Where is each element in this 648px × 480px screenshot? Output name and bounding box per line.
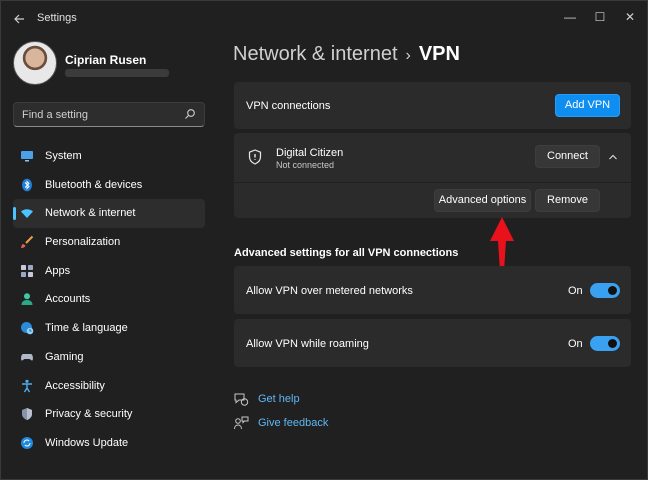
breadcrumb: Network & internet › VPN [233,43,460,66]
title-bar: Settings — ☐ ✕ [1,1,647,35]
metered-networks-toggle[interactable] [590,283,620,298]
sidebar-nav: System Bluetooth & devices Network & int… [13,142,205,458]
sidebar-item-gaming[interactable]: Gaming [13,343,205,372]
add-vpn-button[interactable]: Add VPN [555,94,620,117]
settings-window: Settings — ☐ ✕ Ciprian Rusen System [0,0,648,480]
chevron-up-icon[interactable] [607,151,619,163]
person-icon [21,293,33,306]
sidebar-item-accounts[interactable]: Accounts [13,285,205,314]
sidebar-item-personalization[interactable]: Personalization [13,228,205,257]
give-feedback-link[interactable]: Give feedback [233,414,383,432]
maximize-button[interactable]: ☐ [585,5,615,29]
get-help-label[interactable]: Get help [258,393,300,405]
metered-toggle-state: On [568,285,583,297]
sidebar-item-label: System [45,150,82,162]
monitor-icon [21,151,33,162]
brush-icon [21,235,34,249]
search-icon[interactable] [184,108,196,120]
roaming-card: Allow VPN while roaming On [234,319,631,367]
profile-email-redacted [65,69,169,77]
sidebar-item-accessibility[interactable]: Accessibility [13,372,205,401]
toggle-knob [608,286,617,295]
sidebar-item-label: Personalization [45,236,121,249]
avatar[interactable] [13,41,57,85]
search-box[interactable] [13,102,205,127]
breadcrumb-parent[interactable]: Network & internet [233,43,398,65]
sidebar-item-privacy[interactable]: Privacy & security [13,400,205,429]
advanced-settings-title: Advanced settings for all VPN connection… [234,247,459,259]
gamepad-icon [21,353,33,361]
shield-icon [22,408,32,421]
globe-clock-icon [21,322,34,335]
breadcrumb-separator: › [405,47,411,64]
help-icon [234,393,249,406]
metered-networks-label: Allow VPN over metered networks [246,285,413,297]
remove-button[interactable]: Remove [535,189,600,212]
sidebar-item-label: Bluetooth & devices [45,178,143,191]
divider [234,182,631,183]
vpn-connections-label: VPN connections [246,100,331,112]
give-feedback-label[interactable]: Give feedback [258,417,328,429]
sidebar-item-windows-update[interactable]: Windows Update [13,429,205,458]
sidebar-item-label: Gaming [45,350,84,363]
close-button[interactable]: ✕ [615,5,645,29]
sidebar-item-label: Time & language [45,322,128,335]
vpn-shield-icon [248,149,262,165]
vpn-status: Not connected [276,160,335,170]
annotation-arrow-icon [490,217,514,271]
roaming-toggle[interactable] [590,336,620,351]
minimize-button[interactable]: — [555,5,585,29]
vpn-entry-card: Digital Citizen Not connected Connect Ad… [234,133,631,218]
apps-icon [21,264,33,277]
sidebar-item-label: Apps [45,264,71,277]
advanced-options-button[interactable]: Advanced options [434,189,531,212]
bluetooth-icon [22,178,32,191]
vpn-connections-card: VPN connections Add VPN [234,82,631,129]
sidebar-item-label: Windows Update [45,436,129,449]
update-icon [21,436,33,449]
toggle-knob [608,339,617,348]
back-arrow-icon [14,14,24,24]
sidebar-item-network[interactable]: Network & internet [13,199,205,229]
sidebar-item-apps[interactable]: Apps [13,257,205,286]
connect-button[interactable]: Connect [535,145,600,168]
accessibility-icon [22,379,32,392]
sidebar-item-label: Accounts [45,293,91,306]
sidebar-item-system[interactable]: System [13,142,205,171]
vpn-name: Digital Citizen [276,147,344,159]
wifi-icon [21,209,33,219]
sidebar-item-label: Privacy & security [45,408,133,421]
feedback-icon [234,416,249,430]
sidebar-item-label: Network & internet [45,207,136,220]
search-input[interactable] [14,103,182,126]
sidebar-item-time-language[interactable]: Time & language [13,314,205,343]
get-help-link[interactable]: Get help [233,390,383,408]
sidebar-item-bluetooth[interactable]: Bluetooth & devices [13,171,205,200]
app-title: Settings [37,12,77,24]
profile-name: Ciprian Rusen [65,53,147,67]
back-button[interactable] [9,9,29,29]
page-title: VPN [418,43,460,65]
metered-networks-card: Allow VPN over metered networks On [234,266,631,314]
sidebar-item-label: Accessibility [45,379,105,392]
roaming-toggle-state: On [568,338,583,350]
roaming-label: Allow VPN while roaming [246,338,369,350]
